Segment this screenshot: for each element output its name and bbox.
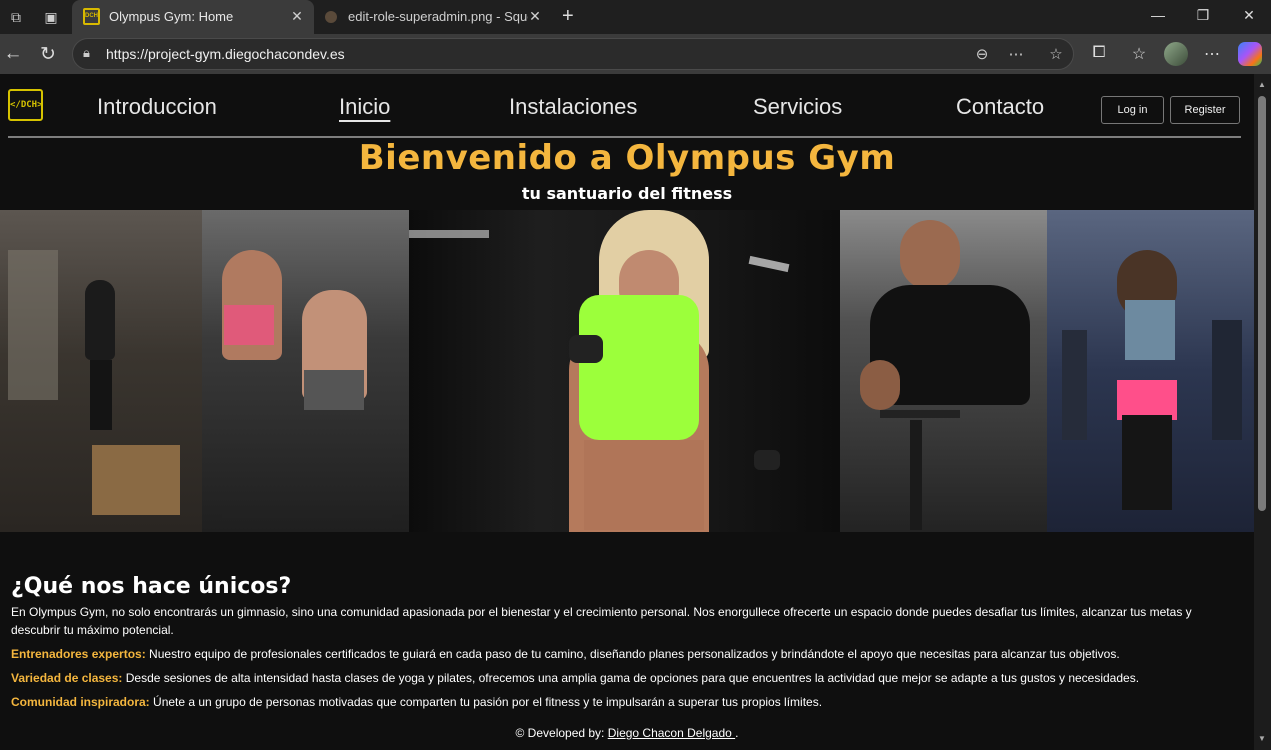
more-tools-icon[interactable]: ⋯ <box>1005 45 1027 63</box>
page-footer: © Developed by: Diego Chacon Delgado . <box>0 726 1254 740</box>
minimize-icon[interactable]: — <box>1143 7 1173 23</box>
tab-title: Olympus Gym: Home <box>109 9 234 24</box>
scroll-up-icon[interactable]: ▲ <box>1258 80 1266 89</box>
back-icon[interactable]: ← <box>2 43 24 65</box>
site-navbar: </DCH> Introduccion Inicio Instalaciones… <box>0 74 1254 138</box>
page-scrollbar[interactable]: ▲ ▼ <box>1254 74 1271 750</box>
page-viewport: </DCH> Introduccion Inicio Instalaciones… <box>0 74 1271 750</box>
feature-text: Nuestro equipo de profesionales certific… <box>145 647 1120 661</box>
feature-item: Entrenadores expertos: Nuestro equipo de… <box>11 645 1243 663</box>
profile-avatar[interactable] <box>1164 42 1188 66</box>
close-window-icon[interactable]: ✕ <box>1234 7 1264 24</box>
hero-subtitle: tu santuario del fitness <box>521 184 733 203</box>
browser-tab-inactive[interactable]: edit-role-superadmin.png - Squoosh ✕ <box>316 0 552 34</box>
photo-crossfit <box>0 210 202 532</box>
close-tab-icon[interactable]: ✕ <box>526 8 544 25</box>
hero-photo-strip <box>0 210 1254 532</box>
footer-suffix: . <box>735 726 739 740</box>
browser-tab-active[interactable]: DCH Olympus Gym: Home ✕ <box>72 0 314 34</box>
new-tab-icon[interactable]: + <box>562 5 574 28</box>
favorite-star-icon[interactable]: ☆ <box>1045 45 1067 63</box>
photo-trainers <box>202 210 409 532</box>
url-field[interactable]: 🔒︎ https://project-gym.diegochacondev.es… <box>72 38 1074 70</box>
refresh-icon[interactable]: ↻ <box>37 43 59 66</box>
login-button[interactable]: Log in <box>1101 96 1164 124</box>
register-button[interactable]: Register <box>1170 96 1240 124</box>
feature-label: Comunidad inspiradora: <box>11 695 150 709</box>
photo-dance-class <box>1047 210 1254 532</box>
site-logo[interactable]: </DCH> <box>8 89 43 121</box>
nav-link-instalaciones[interactable]: Instalaciones <box>509 94 637 120</box>
feature-text: Únete a un grupo de personas motivadas q… <box>149 695 823 709</box>
scroll-down-icon[interactable]: ▼ <box>1258 734 1266 743</box>
settings-more-icon[interactable]: ⋯ <box>1201 44 1223 64</box>
author-link[interactable]: Diego Chacon Delgado <box>608 726 735 740</box>
photo-cycling-man <box>840 210 1047 532</box>
photo-dumbbell-woman <box>409 210 840 532</box>
workspaces-icon[interactable]: ⧉ <box>6 7 26 27</box>
browser-tab-bar: ⧉ ▣ DCH Olympus Gym: Home ✕ edit-role-su… <box>0 0 1271 34</box>
nav-link-servicios[interactable]: Servicios <box>753 94 842 120</box>
feature-item: Variedad de clases: Desde sesiones de al… <box>11 669 1243 687</box>
nav-link-contacto[interactable]: Contacto <box>956 94 1044 120</box>
nav-link-inicio[interactable]: Inicio <box>339 94 390 120</box>
feature-item: Comunidad inspiradora: Únete a un grupo … <box>11 693 1243 711</box>
unique-section: ¿Qué nos hace únicos? En Olympus Gym, no… <box>11 574 1243 711</box>
tab-title: edit-role-superadmin.png - Squoosh <box>348 9 528 24</box>
extensions-icon[interactable]: ⧠ <box>1088 44 1110 62</box>
feature-label: Entrenadores expertos: <box>11 647 146 661</box>
intro-paragraph: En Olympus Gym, no solo encontrarás un g… <box>11 605 1192 637</box>
site-favicon-icon: DCH <box>83 8 100 25</box>
close-tab-icon[interactable]: ✕ <box>288 8 306 25</box>
feature-label: Variedad de clases: <box>11 671 123 685</box>
browser-address-bar: ← ↻ 🔒︎ https://project-gym.diegochaconde… <box>0 34 1271 74</box>
squoosh-favicon-icon <box>325 11 337 23</box>
restore-icon[interactable]: ❐ <box>1188 7 1218 24</box>
hero-title: Bienvenido a Olympus Gym <box>358 138 896 178</box>
footer-prefix: © Developed by: <box>515 726 608 740</box>
lock-icon[interactable]: 🔒︎ <box>83 45 90 61</box>
nav-link-introduccion[interactable]: Introduccion <box>97 94 217 120</box>
copilot-icon[interactable] <box>1238 42 1262 66</box>
favorites-icon[interactable]: ☆ <box>1128 44 1150 64</box>
feature-text: Desde sesiones de alta intensidad hasta … <box>122 671 1140 685</box>
section-title: ¿Qué nos hace únicos? <box>11 574 292 599</box>
url-text[interactable]: https://project-gym.diegochacondev.es <box>106 46 345 62</box>
zoom-icon[interactable]: ⊖ <box>971 45 993 63</box>
tab-actions-icon[interactable]: ▣ <box>41 7 61 27</box>
scroll-thumb[interactable] <box>1258 96 1266 511</box>
